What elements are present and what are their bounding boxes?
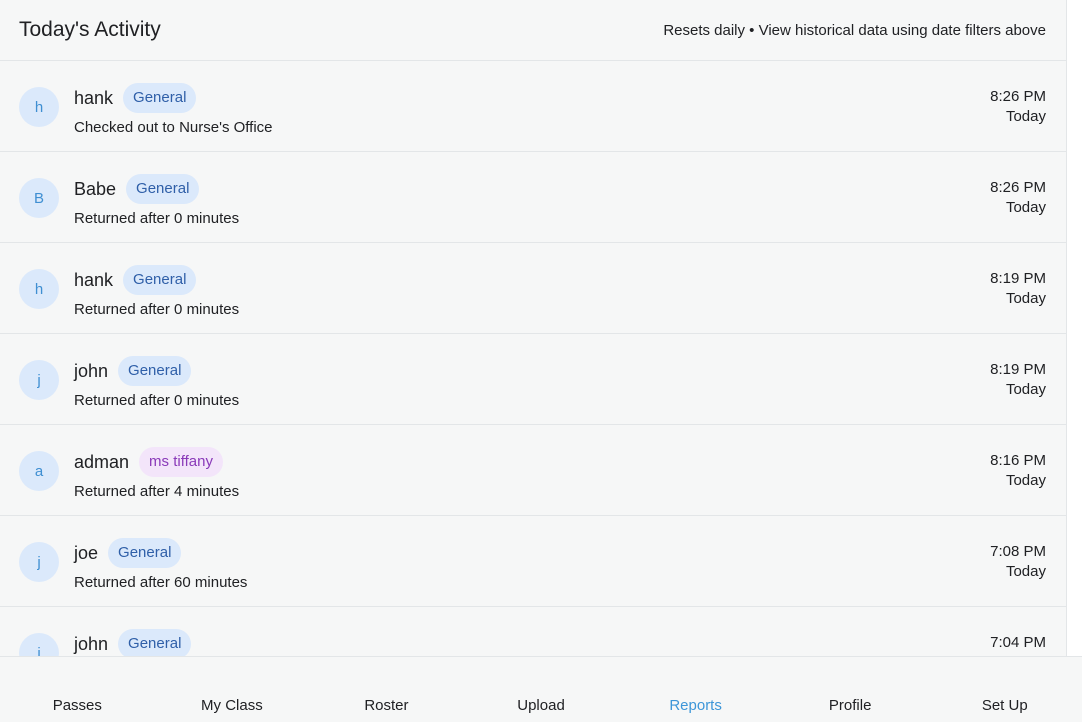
name-line: joe General <box>74 538 247 568</box>
panel-header: Today's Activity Resets daily • View his… <box>0 0 1066 61</box>
name-line: hank General <box>74 83 273 113</box>
group-tag: General <box>118 356 192 386</box>
activity-list: h hank General Checked out to Nurse's Offic… <box>0 61 1066 698</box>
activity-timestamp: 8:19 PM Today <box>990 269 1046 309</box>
student-name: joe <box>74 542 99 563</box>
activity-details: hank General Checked out to Nurse's Office <box>74 83 273 136</box>
activity-status: Returned after 4 minutes <box>74 483 240 500</box>
activity-timestamp: 7:08 PM Today <box>990 542 1046 582</box>
avatar: a <box>19 451 59 491</box>
nav-passes[interactable]: Passes <box>0 657 155 722</box>
panel-title: Today's Activity <box>19 18 161 41</box>
activity-status: Returned after 60 minutes <box>74 574 248 591</box>
name-line: john General <box>74 356 239 386</box>
activity-day: Today <box>1005 381 1046 398</box>
activity-timestamp: 8:16 PM Today <box>990 451 1046 491</box>
avatar: j <box>19 360 59 400</box>
student-name: adman <box>74 451 130 472</box>
activity-time: 8:19 PM <box>990 361 1046 378</box>
name-line: john General <box>74 629 192 659</box>
activity-time: 7:04 PM <box>990 634 1046 651</box>
group-tag: General <box>123 265 197 295</box>
group-tag: ms tiffany <box>139 447 223 477</box>
name-line: adman ms tiffany <box>74 447 239 477</box>
nav-my-class[interactable]: My Class <box>155 657 310 722</box>
activity-details: john General Returned after 0 minutes <box>74 356 239 409</box>
activity-row[interactable]: B Babe General Returned after 0 minutes 8:26… <box>0 152 1066 243</box>
student-name: john <box>74 360 109 381</box>
student-name: hank <box>74 269 114 290</box>
activity-details: john General <box>74 629 192 659</box>
activity-day: Today <box>1005 290 1046 307</box>
activity-row[interactable]: j john General Returned after 0 minutes 8:19… <box>0 334 1066 425</box>
nav-upload[interactable]: Upload <box>464 657 619 722</box>
avatar: B <box>19 178 59 218</box>
activity-day: Today <box>1005 199 1046 216</box>
activity-details: adman ms tiffany Returned after 4 minutes <box>74 447 239 500</box>
activity-row[interactable]: j joe General Returned after 60 minutes 7:08… <box>0 516 1066 607</box>
activity-time: 8:19 PM <box>990 270 1046 287</box>
nav-set-up[interactable]: Set Up <box>927 657 1082 722</box>
activity-day: Today <box>1005 108 1046 125</box>
activity-timestamp: 8:19 PM Today <box>990 360 1046 400</box>
nav-roster[interactable]: Roster <box>309 657 464 722</box>
group-tag: General <box>108 538 182 568</box>
activity-day: Today <box>1005 563 1046 580</box>
activity-timestamp: 8:26 PM Today <box>990 87 1046 127</box>
activity-status: Checked out to Nurse's Office <box>74 119 273 136</box>
student-name: Babe <box>74 178 117 199</box>
activity-row[interactable]: a adman ms tiffany Returned after 4 minutes… <box>0 425 1066 516</box>
bottom-nav: Passes My Class Roster Upload Reports Profile… <box>0 656 1082 722</box>
activity-time: 8:16 PM <box>990 452 1046 469</box>
activity-day: Today <box>1005 472 1046 489</box>
activity-timestamp: 8:26 PM Today <box>990 178 1046 218</box>
group-tag: General <box>126 174 200 204</box>
activity-status: Returned after 0 minutes <box>74 392 240 409</box>
name-line: Babe General <box>74 174 239 204</box>
activity-row[interactable]: h hank General Checked out to Nurse's Offic… <box>0 61 1066 152</box>
activity-status: Returned after 0 minutes <box>74 301 240 318</box>
activity-details: hank General Returned after 0 minutes <box>74 265 239 318</box>
activity-details: joe General Returned after 60 minutes <box>74 538 247 591</box>
name-line: hank General <box>74 265 239 295</box>
avatar: h <box>19 87 59 127</box>
nav-reports[interactable]: Reports <box>618 657 773 722</box>
avatar: h <box>19 269 59 309</box>
todays-activity-panel: Today's Activity Resets daily • View his… <box>0 0 1067 722</box>
student-name: hank <box>74 87 114 108</box>
reset-note: Resets daily • View historical data usin… <box>663 21 1046 39</box>
activity-time: 8:26 PM <box>990 179 1046 196</box>
student-name: john <box>74 633 109 654</box>
group-tag: General <box>123 83 197 113</box>
group-tag: General <box>118 629 192 659</box>
activity-timestamp: 7:04 PM <box>990 633 1046 653</box>
activity-details: Babe General Returned after 0 minutes <box>74 174 239 227</box>
activity-time: 7:08 PM <box>990 543 1046 560</box>
avatar: j <box>19 542 59 582</box>
activity-status: Returned after 0 minutes <box>74 210 240 227</box>
nav-profile[interactable]: Profile <box>773 657 928 722</box>
activity-time: 8:26 PM <box>990 88 1046 105</box>
activity-row[interactable]: h hank General Returned after 0 minutes 8:19… <box>0 243 1066 334</box>
